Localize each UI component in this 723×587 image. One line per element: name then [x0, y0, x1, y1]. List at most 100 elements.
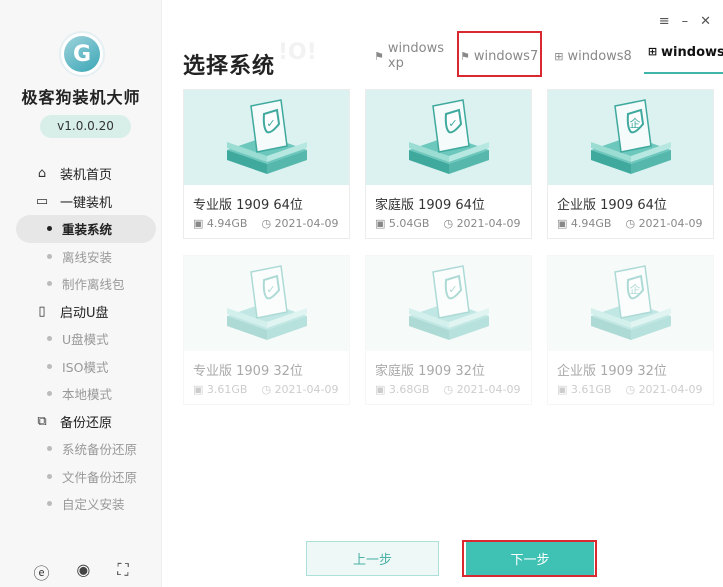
card-meta: ▣ 4.94GB ◷ 2021-04-09: [184, 217, 349, 230]
sidebar-item-label: 离线安装: [62, 249, 113, 265]
size-info: ▣ 4.94GB: [193, 217, 247, 230]
app-logo: G: [59, 31, 105, 77]
card-meta: ▣ 3.61GB ◷ 2021-04-09: [548, 383, 713, 396]
page-title-watermark: !O!: [278, 40, 317, 65]
date-info: ◷ 2021-04-09: [443, 217, 520, 230]
bullet-dot: [47, 226, 52, 232]
windows7-highlight-box: [457, 31, 542, 77]
usb-icon: ▯: [38, 303, 46, 319]
sidebar-item-label: 一键装机: [60, 195, 113, 211]
clock-icon: ◷: [261, 383, 275, 396]
disk-icon: ▣: [193, 217, 207, 230]
sidebar-subitem[interactable]: 系统备份还原: [16, 435, 156, 463]
sidebar-item[interactable]: ⌂ 装机首页: [16, 160, 156, 188]
menu-icon[interactable]: ≡: [659, 14, 670, 29]
file-size: 5.04GB: [388, 217, 430, 230]
sidebar-subitem[interactable]: U盘模式: [16, 325, 156, 353]
close-icon[interactable]: ✕: [700, 14, 711, 29]
disk-icon: ▣: [557, 383, 571, 396]
sidebar-item-label: ISO模式: [62, 359, 109, 375]
page-title: 选择系统: [183, 54, 276, 79]
sidebar-subitem[interactable]: 离线安装: [16, 243, 156, 271]
os-illustration-icon: 企: [548, 90, 713, 185]
sidebar-item-label: 系统备份还原: [62, 442, 138, 458]
sidebar-subitem[interactable]: ISO模式: [16, 353, 156, 381]
bullet-dot: [47, 281, 52, 287]
bullet-dot: [47, 473, 52, 479]
card-title: 专业版 1909 32位: [193, 364, 303, 379]
tab-label: windows8: [567, 48, 632, 64]
sidebar-item[interactable]: ▭ 一键装机: [16, 188, 156, 216]
file-size: 3.68GB: [388, 383, 430, 396]
tab-label: windows10: [661, 45, 723, 60]
window-controls: ≡ – ✕: [659, 14, 711, 29]
sidebar-item-label: 文件备份还原: [62, 469, 138, 485]
sidebar: G 极客狗装机大师 v1.0.0.20 ⌂ 装机首页 ▭ 一键装机 重装系统 离线安装 制作…: [0, 0, 162, 587]
sidebar-subitem[interactable]: 重装系统: [16, 215, 156, 243]
card-meta: ▣ 5.04GB ◷ 2021-04-09: [366, 217, 531, 230]
sidebar-item-label: 启动U盘: [60, 305, 109, 321]
chat-icon[interactable]: ◉: [76, 560, 90, 584]
next-highlight-box: [462, 540, 597, 577]
tab-os[interactable]: ⊞ windows8: [550, 45, 636, 67]
file-size: 3.61GB: [570, 383, 612, 396]
system-card[interactable]: 企企业版 1909 64位 ▣ 4.94GB ◷ 2021-04-09: [547, 89, 714, 239]
minimize-icon[interactable]: –: [682, 14, 689, 29]
card-meta: ▣ 3.68GB ◷ 2021-04-09: [366, 383, 531, 396]
sidebar-item-label: 装机首页: [60, 168, 113, 184]
disk-icon: ▣: [557, 217, 571, 230]
card-title: 专业版 1909 64位: [193, 198, 303, 213]
sidebar-subitem[interactable]: 制作离线包: [16, 270, 156, 298]
tab-os[interactable]: ⚑ windows xp: [370, 41, 448, 71]
size-info: ▣ 3.61GB: [557, 383, 611, 396]
clock-icon: ◷: [625, 383, 639, 396]
bullet-dot: [47, 336, 52, 342]
disk-icon: ▣: [375, 217, 389, 230]
prev-button[interactable]: 上一步: [306, 541, 439, 576]
file-size: 4.94GB: [570, 217, 612, 230]
system-card[interactable]: ✓ 专业版 1909 32位 ▣ 3.61GB ◷ 2021-04-09: [183, 255, 350, 405]
ie-icon[interactable]: ⓔ: [33, 560, 49, 584]
os-illustration-icon: ✓: [184, 256, 349, 351]
sidebar-subitem[interactable]: 文件备份还原: [16, 463, 156, 491]
disk-icon: ▣: [375, 383, 389, 396]
date-info: ◷ 2021-04-09: [443, 383, 520, 396]
clock-icon: ◷: [443, 217, 457, 230]
sidebar-bottom-icons: ⓔ ◉ ⛶: [0, 560, 162, 584]
sidebar-item-label: U盘模式: [62, 332, 109, 348]
svg-text:企: 企: [629, 282, 640, 296]
windows-logo-icon: ⊞: [554, 49, 564, 63]
card-title: 家庭版 1909 64位: [375, 198, 485, 213]
bullet-dot: [47, 363, 52, 369]
clock-icon: ◷: [443, 383, 457, 396]
svg-text:企: 企: [629, 116, 640, 130]
bullet-dot: [47, 391, 52, 397]
os-illustration-icon: ✓: [366, 90, 531, 185]
backup-icon: ⧉: [37, 413, 47, 429]
system-card-grid: ✓ 专业版 1909 64位 ▣ 4.94GB ◷ 2021-04-09 ✓ 家庭版 19…: [183, 89, 716, 405]
size-info: ▣ 3.68GB: [375, 383, 429, 396]
system-card[interactable]: ✓ 家庭版 1909 32位 ▣ 3.68GB ◷ 2021-04-09: [365, 255, 532, 405]
logo-icon: G: [64, 36, 100, 72]
tab-label: windows xp: [387, 41, 444, 71]
sidebar-subitem[interactable]: 本地模式: [16, 380, 156, 408]
sidebar-item-label: 制作离线包: [62, 277, 125, 293]
system-card[interactable]: 企企业版 1909 32位 ▣ 3.61GB ◷ 2021-04-09: [547, 255, 714, 405]
size-info: ▣ 5.04GB: [375, 217, 429, 230]
release-date: 2021-04-09: [456, 383, 521, 396]
scan-icon[interactable]: ⛶: [117, 560, 128, 584]
bullet-dot: [47, 446, 52, 452]
tab-os[interactable]: ⊞windows10: [643, 45, 723, 74]
system-card[interactable]: ✓ 家庭版 1909 64位 ▣ 5.04GB ◷ 2021-04-09: [365, 89, 532, 239]
sidebar-subitem[interactable]: 自定义安装: [16, 490, 156, 518]
size-info: ▣ 4.94GB: [557, 217, 611, 230]
sidebar-item[interactable]: ⧉ 备份还原: [16, 408, 156, 436]
os-illustration-icon: ✓: [366, 256, 531, 351]
card-title: 企业版 1909 64位: [557, 198, 667, 213]
date-info: ◷ 2021-04-09: [625, 217, 702, 230]
sidebar-item[interactable]: ▯ 启动U盘: [16, 298, 156, 326]
system-card[interactable]: ✓ 专业版 1909 64位 ▣ 4.94GB ◷ 2021-04-09: [183, 89, 350, 239]
release-date: 2021-04-09: [274, 217, 339, 230]
windows-logo-icon: ⚑: [374, 49, 384, 63]
file-size: 3.61GB: [206, 383, 248, 396]
